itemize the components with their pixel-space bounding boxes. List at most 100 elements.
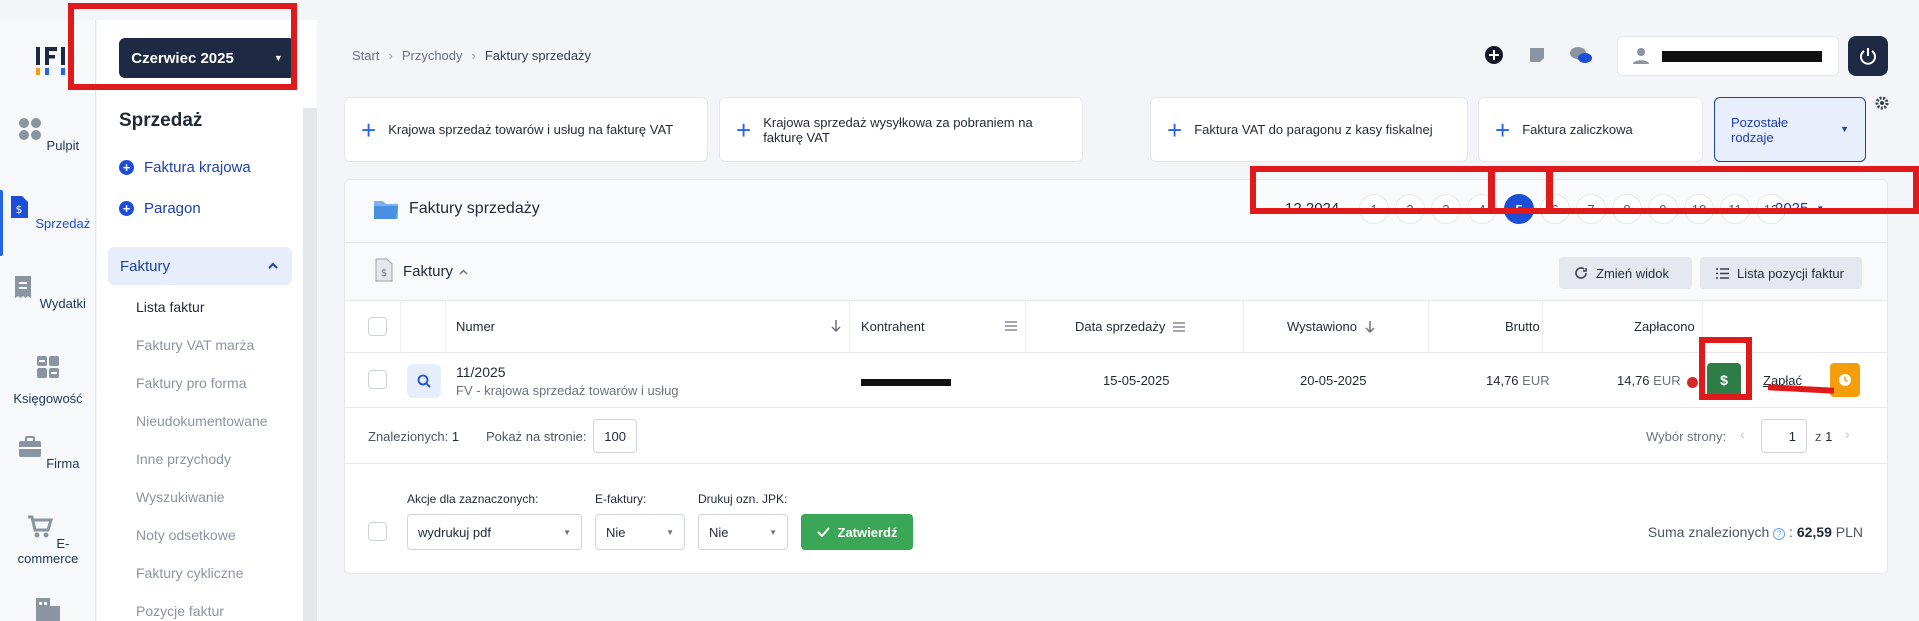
- logout-button[interactable]: [1848, 36, 1888, 76]
- submenu-item[interactable]: Faktury pro forma: [136, 375, 246, 391]
- found-label: Znalezionych:: [368, 429, 449, 444]
- menu-group-faktury[interactable]: Faktury: [108, 247, 292, 285]
- rail-item-wydatki[interactable]: Wydatki: [0, 274, 96, 311]
- paid-amount: 14,76 EUR: [1617, 373, 1681, 388]
- items-list-button[interactable]: Lista pozycji faktur: [1700, 257, 1862, 289]
- breadcrumb-separator-icon: ›: [471, 48, 476, 63]
- column-header-label: Brutto: [1505, 319, 1540, 334]
- submenu-item[interactable]: Faktury cykliczne: [136, 565, 243, 581]
- confirm-button[interactable]: Zatwierdź: [801, 514, 913, 550]
- power-icon: [1860, 48, 1876, 65]
- more-kinds-dropdown[interactable]: Pozostałe rodzaje ▼: [1714, 97, 1866, 162]
- user-menu[interactable]: [1617, 36, 1839, 76]
- select-all-checkbox[interactable]: [368, 317, 387, 336]
- total-pages: 1: [1825, 429, 1833, 444]
- new-receipt-link[interactable]: + Paragon: [119, 200, 201, 217]
- jpk-select[interactable]: Nie ▼: [698, 514, 788, 550]
- table-row: 11/2025 FV - krajowa sprzedaż towarów i …: [345, 353, 1887, 408]
- sidebar-scrollbar[interactable]: [303, 108, 317, 621]
- document-icon: $: [375, 258, 393, 282]
- change-view-button[interactable]: Zmień widok: [1559, 257, 1692, 289]
- einvoice-select[interactable]: Nie ▼: [595, 514, 685, 550]
- per-page-input[interactable]: 100: [593, 419, 637, 453]
- column-header-label: Numer: [456, 319, 496, 334]
- sale-date: 15-05-2025: [1103, 373, 1170, 388]
- chevron-down-icon: ▼: [666, 527, 674, 537]
- breadcrumb-separator-icon: ›: [388, 48, 393, 63]
- preview-button[interactable]: [407, 364, 441, 398]
- quick-create-label: Faktura VAT do paragonu z kasy fiskalnej: [1194, 122, 1433, 137]
- menu-group-label: Faktury: [120, 257, 171, 275]
- panel-title: Faktury sprzedaży: [409, 200, 540, 217]
- check-icon: [816, 527, 830, 537]
- list-title[interactable]: Faktury: [403, 263, 468, 280]
- column-header-numer[interactable]: Numer: [456, 319, 495, 334]
- submenu-item[interactable]: Inne przychody: [136, 451, 231, 467]
- prev-page-icon[interactable]: ‹: [1740, 426, 1745, 442]
- paid-value: 14,76: [1617, 373, 1650, 388]
- quick-create-card[interactable]: + Krajowa sprzedaż towarów i usług na fa…: [344, 97, 708, 162]
- column-header-brutto[interactable]: Brutto: [1505, 319, 1540, 334]
- divider: [1025, 301, 1026, 353]
- column-header-wystawiono[interactable]: Wystawiono: [1287, 319, 1375, 334]
- reminder-button[interactable]: [1830, 363, 1860, 397]
- invoice-icon: $: [10, 196, 28, 218]
- filter-list-icon[interactable]: [1005, 321, 1017, 331]
- quick-create-card[interactable]: + Faktura zaliczkowa: [1478, 97, 1703, 162]
- submenu-item[interactable]: Wyszukiwanie: [136, 489, 225, 505]
- einvoice-label: E-faktury:: [595, 492, 647, 506]
- next-page-icon[interactable]: ›: [1845, 426, 1850, 442]
- page-input[interactable]: 1: [1761, 419, 1807, 453]
- rail-item-sprzedaz[interactable]: $ Sprzedaż: [0, 190, 96, 256]
- plus-circle-icon: +: [119, 201, 134, 216]
- clock-icon: [1839, 374, 1851, 386]
- chevron-down-icon: ▼: [1840, 124, 1849, 134]
- submenu-item[interactable]: Lista faktur: [136, 299, 204, 315]
- breadcrumb-item[interactable]: Przychody: [402, 48, 463, 63]
- column-header-kontrahent[interactable]: Kontrahent: [861, 319, 925, 334]
- quick-create-card[interactable]: + Krajowa sprzedaż wysyłkowa za pobranie…: [719, 97, 1083, 162]
- breadcrumb-item[interactable]: Start: [352, 48, 379, 63]
- svg-text:$: $: [15, 203, 22, 216]
- column-header-zaplacono[interactable]: Zapłacono: [1634, 319, 1695, 334]
- info-icon[interactable]: ?: [1773, 528, 1786, 540]
- column-header-data-sprzedazy[interactable]: Data sprzedaży: [1075, 319, 1186, 334]
- rail-item-firma[interactable]: Firma: [0, 434, 96, 471]
- submenu-item[interactable]: Pozycje faktur: [136, 603, 224, 619]
- invoice-number[interactable]: 11/2025: [456, 364, 506, 380]
- sort-down-icon[interactable]: [831, 319, 841, 333]
- sum-currency: PLN: [1835, 524, 1863, 540]
- found-count: Znalezionych: 1: [368, 429, 459, 444]
- rail-item-ksiegowosc[interactable]: Księgowość: [0, 354, 96, 406]
- found-value: 1: [451, 429, 460, 444]
- gear-icon[interactable]: [1875, 96, 1889, 110]
- sum-found: Suma znalezionych ? : 62,59 PLN: [1647, 524, 1863, 540]
- page-of: z 1: [1815, 429, 1832, 444]
- rail-item-pulpit[interactable]: Pulpit: [0, 116, 96, 153]
- quick-create-label: Krajowa sprzedaż wysyłkowa za pobraniem …: [763, 114, 1033, 145]
- submenu-item[interactable]: Faktury VAT marża: [136, 337, 254, 353]
- add-icon[interactable]: [1484, 45, 1504, 65]
- page-of-label: z: [1815, 429, 1822, 444]
- building-icon: [36, 598, 60, 621]
- chat-icon[interactable]: [1569, 45, 1593, 65]
- submenu-item[interactable]: Noty odsetkowe: [136, 527, 236, 543]
- sum-label: Suma znalezionych: [1647, 524, 1770, 540]
- new-invoice-link[interactable]: + Faktura krajowa: [119, 159, 251, 176]
- submenu-item[interactable]: Nieudokumentowane: [136, 413, 268, 429]
- sum-value: 62,59: [1796, 524, 1832, 540]
- annotation-box: [1489, 166, 1552, 214]
- confirm-label: Zatwierdź: [837, 524, 898, 540]
- quick-create-card[interactable]: + Faktura VAT do paragonu z kasy fiskaln…: [1150, 97, 1468, 162]
- rail-item-ecommerce[interactable]: E-commerce: [0, 514, 96, 566]
- notes-icon[interactable]: [1527, 45, 1547, 65]
- items-list-label: Lista pozycji faktur: [1737, 265, 1844, 281]
- row-checkbox[interactable]: [368, 370, 387, 389]
- rail-label: Pulpit: [46, 138, 80, 153]
- cart-icon: [27, 515, 53, 538]
- bulk-checkbox[interactable]: [368, 522, 387, 541]
- bulk-action-select[interactable]: wydrukuj pdf ▼: [407, 514, 582, 550]
- refresh-icon: [1575, 266, 1587, 279]
- divider: [400, 301, 401, 353]
- table-header: Numer Kontrahent Data sprzedaży Wystawio…: [345, 301, 1887, 353]
